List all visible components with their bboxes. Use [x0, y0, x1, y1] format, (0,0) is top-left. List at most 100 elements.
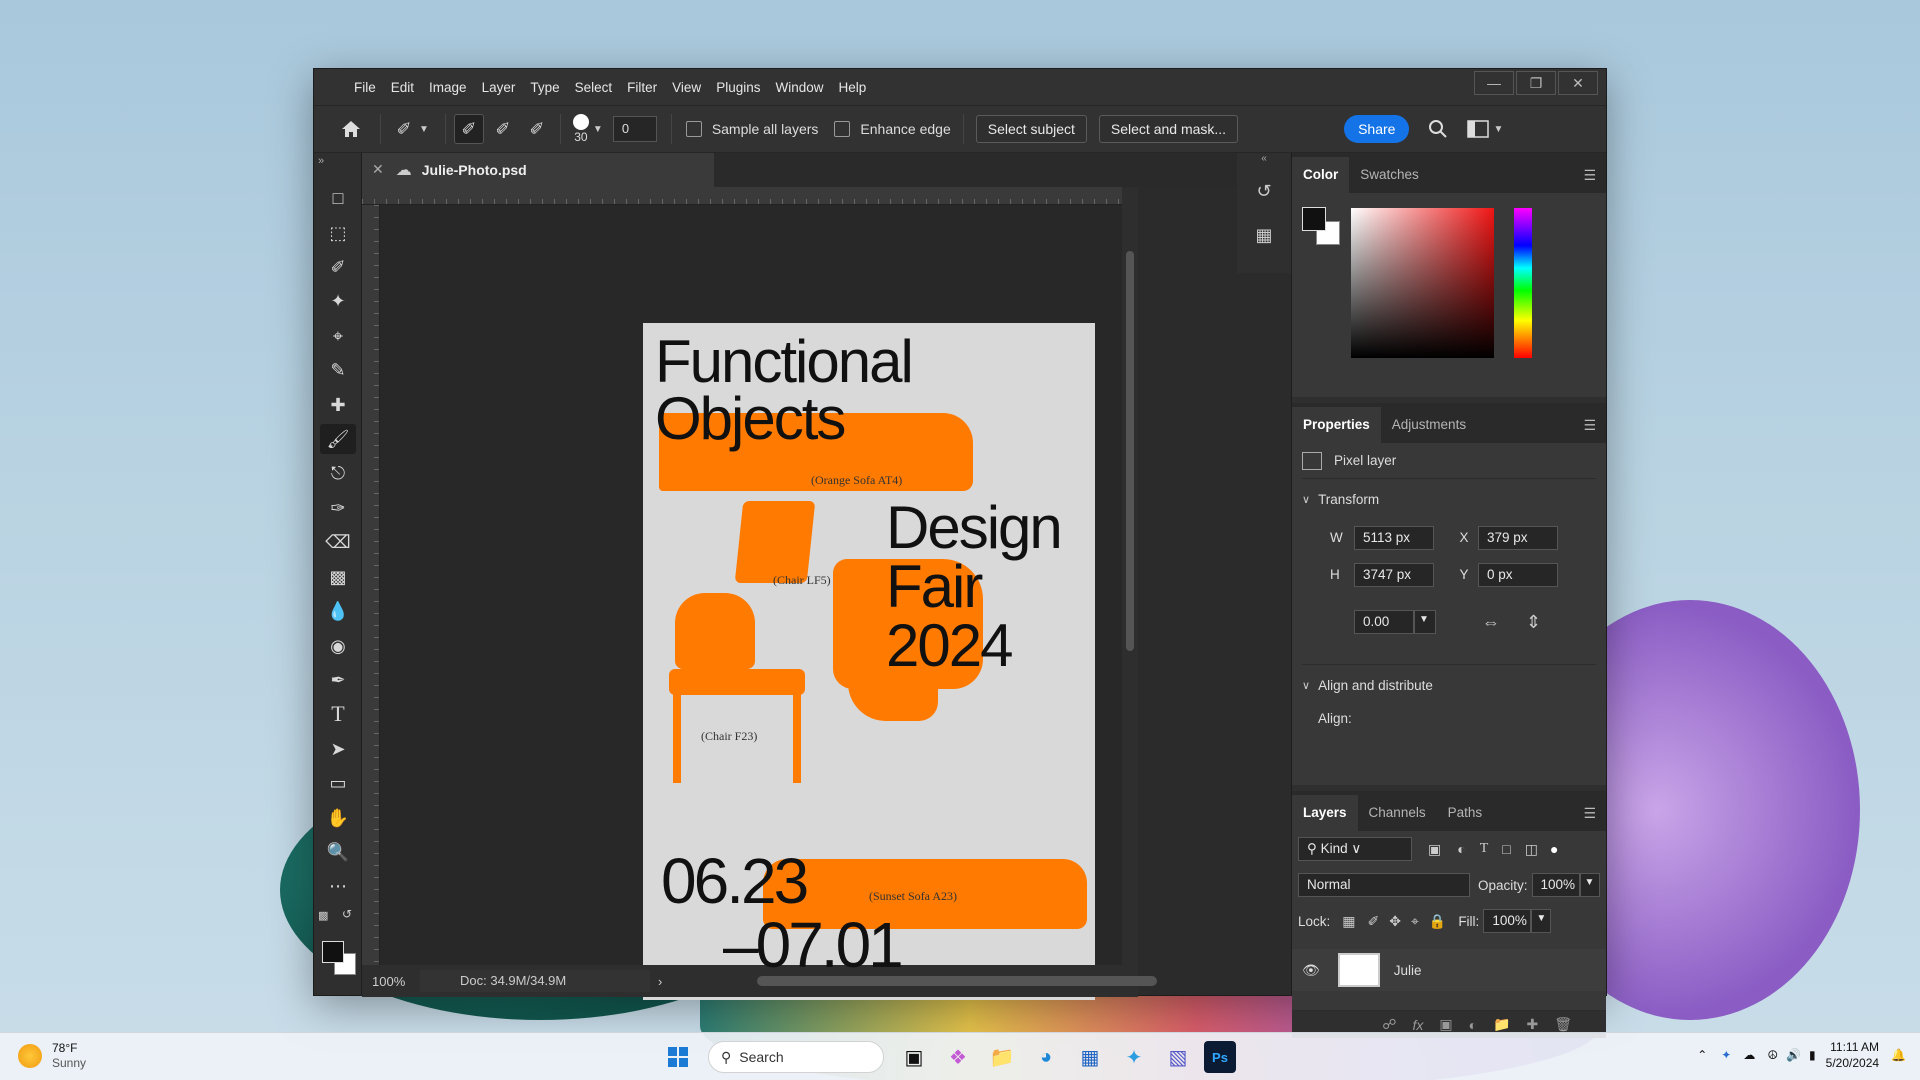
width-field[interactable]: 5113 px [1354, 525, 1434, 550]
hue-slider[interactable] [1514, 208, 1532, 358]
new-selection-brush-icon[interactable]: ✐ [453, 114, 484, 144]
path-selection-tool-icon[interactable]: ➤ [320, 734, 356, 764]
brush-size-picker[interactable]: 30 [572, 114, 589, 144]
menu-select[interactable]: Select [575, 80, 613, 95]
x-field[interactable]: 379 px [1478, 525, 1558, 550]
menu-image[interactable]: Image [429, 80, 467, 95]
battery-icon[interactable]: ▮ [1809, 1048, 1816, 1062]
filter-kind-select[interactable]: ⚲ Kind ∨ [1298, 837, 1412, 861]
search-icon[interactable] [1423, 114, 1453, 144]
horizontal-ruler[interactable] [362, 187, 1122, 205]
fx-icon[interactable]: fx [1412, 1017, 1423, 1033]
crop-tool-icon[interactable]: ⌖ [320, 321, 356, 351]
add-to-selection-brush-icon[interactable]: ✐ [488, 114, 518, 144]
filter-adjustment-icon[interactable]: ◐ [1457, 841, 1465, 857]
enhance-edge-checkbox[interactable]: Enhance edge [834, 121, 951, 137]
delete-layer-icon[interactable]: 🗑 [1554, 1016, 1572, 1033]
workspace-layout-icon[interactable] [1463, 114, 1493, 144]
angle-field[interactable]: 0.00 [1354, 610, 1414, 634]
eraser-tool-icon[interactable]: ⌫ [320, 527, 356, 557]
lock-artboard-icon[interactable]: ⌖ [1411, 913, 1419, 930]
collapse-icon[interactable]: » [318, 155, 324, 167]
onedrive-icon[interactable]: ☁ [1743, 1048, 1755, 1062]
artboard-tool-icon[interactable]: □ [320, 183, 356, 213]
flip-vertical-icon[interactable]: ⇕ [1526, 612, 1541, 633]
canvas-area[interactable]: Functional Objects Design Fair 2024 06.2… [380, 205, 1122, 1000]
vertical-ruler[interactable] [362, 205, 380, 965]
y-field[interactable]: 0 px [1478, 562, 1558, 587]
lock-all-icon[interactable]: 🔒 [1429, 913, 1446, 930]
zoom-tool-icon[interactable]: 🔍 [320, 837, 356, 867]
scroll-thumb[interactable] [1126, 251, 1134, 651]
add-mask-icon[interactable]: ▣ [1439, 1016, 1452, 1033]
volume-icon[interactable]: 🔊 [1786, 1048, 1801, 1062]
magic-wand-tool-icon[interactable]: ✦ [320, 286, 356, 316]
gradient-tool-icon[interactable]: ▩ [320, 562, 356, 592]
tab-adjustments[interactable]: Adjustments [1381, 407, 1477, 443]
filter-pixel-icon[interactable]: ▣ [1428, 841, 1441, 858]
collapse-icon[interactable]: « [1237, 153, 1291, 169]
app-icon[interactable]: ✦ [1116, 1039, 1152, 1075]
notification-bell-icon[interactable]: 🔔 [1891, 1048, 1906, 1062]
store-icon[interactable]: ▦ [1072, 1039, 1108, 1075]
default-colors-icon[interactable]: ▩ [318, 909, 328, 922]
foreground-color-swatch[interactable] [1302, 207, 1326, 231]
transform-header[interactable]: ∨ Transform [1302, 479, 1596, 519]
filter-smart-object-icon[interactable]: ◫ [1525, 841, 1538, 858]
wifi-icon[interactable]: ☮ [1767, 1048, 1778, 1062]
minimize-icon[interactable]: — [1474, 71, 1514, 95]
task-view-icon[interactable]: ▣ [896, 1039, 932, 1075]
history-panel-icon[interactable]: ↺ [1237, 169, 1291, 213]
pen-tool-icon[interactable]: ✒ [320, 665, 356, 695]
home-icon[interactable] [336, 114, 366, 144]
lock-transparent-icon[interactable]: ▦ [1342, 913, 1355, 930]
copilot-icon[interactable]: ❖ [940, 1039, 976, 1075]
opacity-field[interactable]: 100% [1531, 873, 1580, 897]
close-icon[interactable]: ✕ [1558, 71, 1598, 95]
quick-selection-preset-icon[interactable]: ✐ [389, 114, 419, 144]
menu-plugins[interactable]: Plugins [716, 80, 760, 95]
checkbox-box[interactable] [685, 121, 702, 137]
menu-layer[interactable]: Layer [482, 80, 516, 95]
panel-menu-icon[interactable]: ☰ [1583, 417, 1596, 434]
vertical-scrollbar[interactable] [1122, 187, 1138, 965]
healing-brush-tool-icon[interactable]: ✚ [320, 390, 356, 420]
menu-help[interactable]: Help [838, 80, 866, 95]
rectangle-tool-icon[interactable]: ▭ [320, 768, 356, 798]
foreground-color-swatch[interactable] [322, 941, 344, 963]
libraries-panel-icon[interactable]: ▦ [1237, 213, 1291, 257]
menu-edit[interactable]: Edit [391, 80, 414, 95]
file-explorer-icon[interactable]: 📁 [984, 1039, 1020, 1075]
eyedropper-tool-icon[interactable]: ✎ [320, 355, 356, 385]
panel-menu-icon[interactable]: ☰ [1583, 805, 1596, 822]
restore-icon[interactable]: ❐ [1516, 71, 1556, 95]
menu-window[interactable]: Window [775, 80, 823, 95]
weather-widget[interactable]: 78°F Sunny [18, 1041, 86, 1071]
menu-filter[interactable]: Filter [627, 80, 657, 95]
dodge-tool-icon[interactable]: ◉ [320, 631, 356, 661]
more-tools-icon[interactable]: ⋯ [320, 871, 356, 901]
tab-paths[interactable]: Paths [1437, 795, 1494, 831]
select-subject-button[interactable]: Select subject [975, 115, 1087, 143]
taskbar-search[interactable]: ⚲ Search [708, 1041, 884, 1073]
subtract-from-selection-brush-icon[interactable]: ✐ [522, 114, 552, 144]
filter-type-icon[interactable]: T [1480, 841, 1489, 857]
history-brush-tool-icon[interactable]: ✑ [320, 493, 356, 523]
color-field[interactable] [1351, 208, 1494, 358]
lock-position-icon[interactable]: ✥ [1389, 913, 1401, 930]
menu-view[interactable]: View [672, 80, 701, 95]
filter-shape-icon[interactable]: □ [1502, 841, 1510, 857]
link-layers-icon[interactable]: ☍ [1382, 1016, 1396, 1033]
hand-tool-icon[interactable]: ✋ [320, 803, 356, 833]
panel-menu-icon[interactable]: ☰ [1583, 167, 1596, 184]
tab-color[interactable]: Color [1292, 157, 1350, 193]
swap-colors-icon[interactable]: ↺ [342, 907, 352, 921]
height-field[interactable]: 3747 px [1354, 562, 1434, 587]
visibility-eye-icon[interactable]: 👁 [1302, 962, 1320, 979]
blur-tool-icon[interactable]: 💧 [320, 596, 356, 626]
edge-icon[interactable]: ◕ [1028, 1039, 1064, 1075]
photoshop-taskbar-icon[interactable]: Ps [1204, 1041, 1236, 1073]
checkbox-box[interactable] [834, 121, 851, 137]
document-tab[interactable]: ✕ ☁ Julie-Photo.psd [362, 153, 714, 187]
lasso-tool-icon[interactable]: ✐ [320, 252, 356, 282]
